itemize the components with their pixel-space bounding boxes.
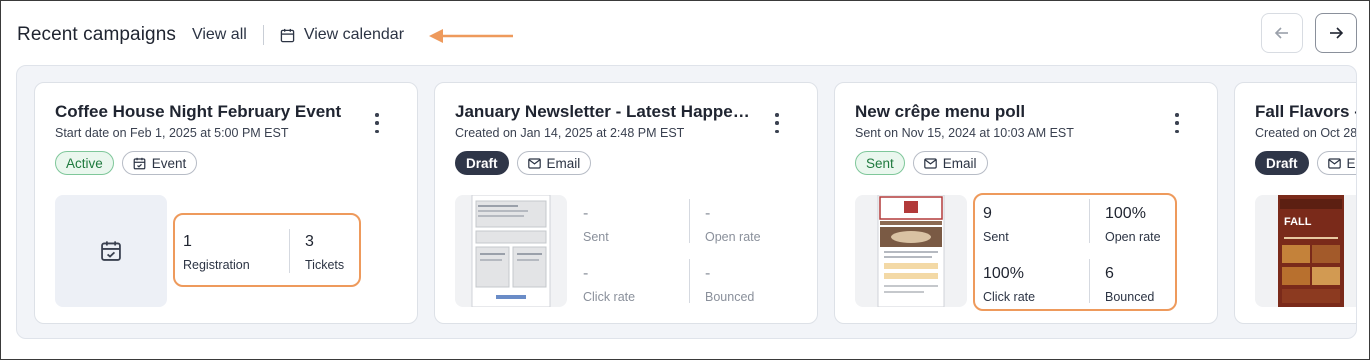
stat-value: - <box>705 205 711 222</box>
annotation-highlight <box>173 213 361 287</box>
status-badge: Sent <box>855 151 905 175</box>
campaign-card-event[interactable]: Coffee House Night February Event Start … <box>34 82 418 324</box>
arrow-right-icon <box>1330 27 1344 39</box>
fall-flavors-preview-image: FALL <box>1278 195 1344 307</box>
stat-label: Sent <box>583 230 609 244</box>
newsletter-preview-image <box>471 195 551 307</box>
more-options-icon[interactable] <box>367 111 387 135</box>
email-thumbnail <box>855 195 967 307</box>
email-thumbnail <box>455 195 567 307</box>
calendar-check-icon <box>101 241 121 261</box>
annotation-highlight <box>973 193 1177 311</box>
header-divider <box>262 25 264 45</box>
type-label: Email <box>546 155 581 171</box>
type-badge: Email <box>516 151 592 175</box>
stat-sent: - Sent <box>583 205 681 244</box>
type-badge: Event <box>121 151 198 175</box>
section-title: Recent campaigns <box>17 24 176 45</box>
view-all-link[interactable]: View all <box>192 26 247 44</box>
campaign-date: Start date on Feb 1, 2025 at 5:00 PM EST <box>55 126 289 140</box>
stat-open-rate: - Open rate <box>705 205 803 244</box>
more-options-icon[interactable] <box>767 111 787 135</box>
campaigns-carousel: Coffee House Night February Event Start … <box>16 65 1357 339</box>
type-label: Em <box>1346 155 1356 171</box>
stat-divider <box>689 199 690 243</box>
stat-label: Bounced <box>705 290 755 304</box>
badge-row: Active Event <box>55 151 198 175</box>
email-thumbnail: FALL <box>1255 195 1356 307</box>
stat-value: - <box>583 265 589 282</box>
next-button[interactable] <box>1315 13 1357 53</box>
mail-icon <box>527 157 541 169</box>
type-label: Event <box>151 155 187 171</box>
previous-button[interactable] <box>1261 13 1303 53</box>
section-header: Recent campaigns View all View calendar <box>17 19 404 51</box>
calendar-icon <box>133 157 146 169</box>
arrow-left-icon <box>1274 27 1288 39</box>
campaign-title[interactable]: Fall Flavors - <box>1255 102 1356 122</box>
mail-icon <box>923 157 937 169</box>
annotation-arrow-icon <box>429 29 513 43</box>
recent-campaigns-panel: Recent campaigns View all View calendar … <box>0 0 1370 360</box>
stat-label: Click rate <box>583 290 636 304</box>
badge-row: Draft Email <box>455 151 592 175</box>
more-options-icon[interactable] <box>1167 111 1187 135</box>
type-badge: Email <box>912 151 988 175</box>
stat-click-rate: - Click rate <box>583 265 681 304</box>
crepe-email-preview-image <box>877 195 945 307</box>
view-calendar-label: View calendar <box>303 26 405 43</box>
campaign-card-fall-flavors[interactable]: Fall Flavors - Created on Oct 28 Draft E… <box>1234 82 1357 324</box>
calendar-icon <box>280 28 295 42</box>
status-badge: Active <box>55 151 114 175</box>
event-thumbnail <box>55 195 167 307</box>
stat-bounced: - Bounced <box>705 265 803 304</box>
badge-row: Draft Em <box>1255 151 1356 175</box>
campaign-title[interactable]: New crêpe menu poll <box>855 102 1155 122</box>
campaign-date: Sent on Nov 15, 2024 at 10:03 AM EST <box>855 126 1074 140</box>
campaign-date: Created on Jan 14, 2025 at 2:48 PM EST <box>455 126 685 140</box>
email-stats: - Sent - Open rate - Click rate - Bounce… <box>575 195 771 307</box>
mail-icon <box>1327 157 1341 169</box>
badge-row: Sent Email <box>855 151 988 175</box>
type-badge: Em <box>1316 151 1356 175</box>
status-badge: Draft <box>1255 151 1309 175</box>
campaign-card-newsletter[interactable]: January Newsletter - Latest Happe… Creat… <box>434 82 818 324</box>
type-label: Email <box>942 155 977 171</box>
view-calendar-link[interactable]: View calendar <box>280 26 404 44</box>
campaign-title[interactable]: Coffee House Night February Event <box>55 102 355 122</box>
status-badge: Draft <box>455 151 509 175</box>
svg-text:FALL: FALL <box>1284 216 1312 228</box>
stat-label: Open rate <box>705 230 761 244</box>
campaign-title[interactable]: January Newsletter - Latest Happe… <box>455 102 755 122</box>
stat-divider <box>689 259 690 303</box>
stat-value: - <box>583 205 589 222</box>
stat-value: - <box>705 265 711 282</box>
campaign-date: Created on Oct 28 <box>1255 126 1357 140</box>
campaign-card-crepe-poll[interactable]: New crêpe menu poll Sent on Nov 15, 2024… <box>834 82 1218 324</box>
